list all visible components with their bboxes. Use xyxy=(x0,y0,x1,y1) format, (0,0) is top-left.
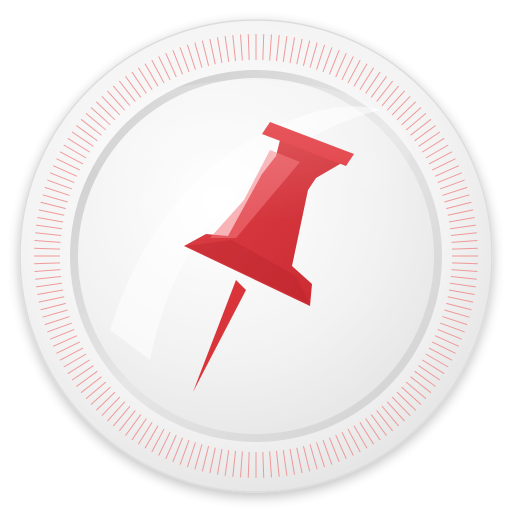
pushpin-badge-icon xyxy=(19,19,493,493)
app-icon xyxy=(0,0,512,512)
badge-gloss xyxy=(90,80,410,220)
